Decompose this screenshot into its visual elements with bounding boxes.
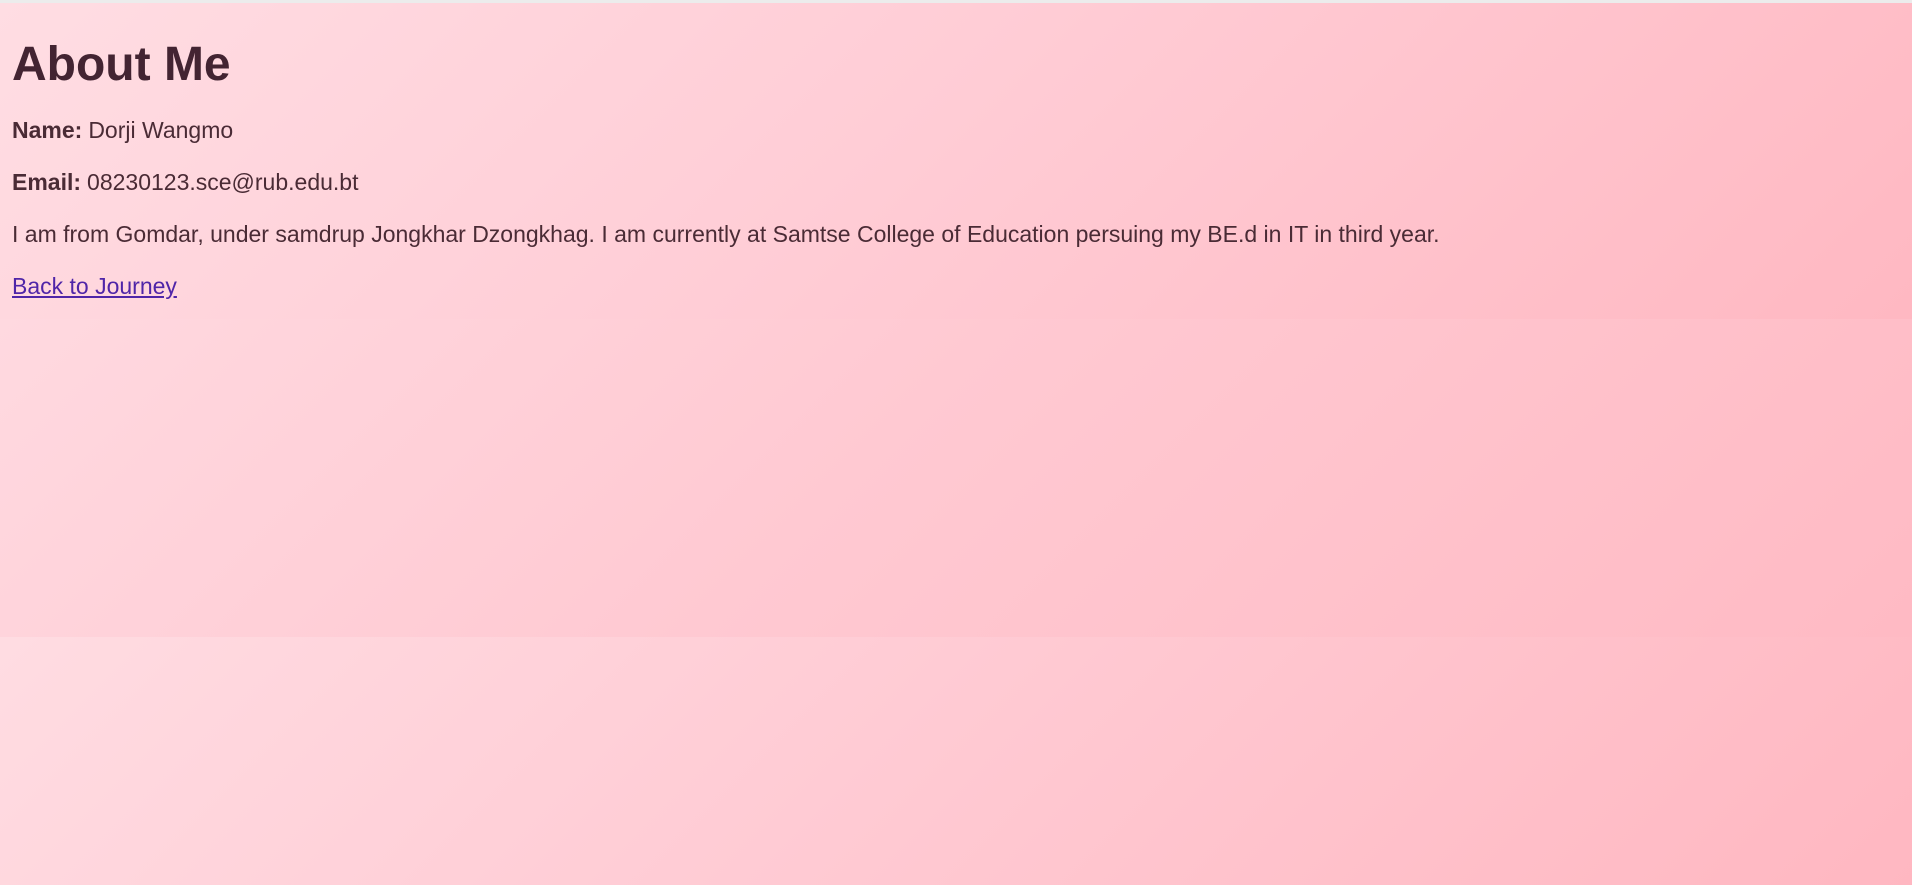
- email-value: 08230123.sce@rub.edu.bt: [87, 169, 359, 195]
- page-container: About Me Name: Dorji Wangmo Email: 0823012…: [0, 0, 1912, 885]
- name-value: Dorji Wangmo: [88, 117, 234, 143]
- page-title: About Me: [12, 38, 231, 91]
- background-band-bottom: [0, 637, 1912, 885]
- background-band-middle: [0, 319, 1912, 637]
- name-label: Name:: [12, 117, 83, 143]
- intro-text: I am from Gomdar, under samdrup Jongkhar…: [12, 221, 1440, 247]
- name-row: Name: Dorji Wangmo: [12, 117, 1900, 144]
- email-row: Email: 08230123.sce@rub.edu.bt: [12, 169, 1900, 196]
- about-content: About Me Name: Dorji Wangmo Email: 0823012…: [0, 3, 1912, 300]
- back-to-journey-link[interactable]: Back to Journey: [12, 273, 177, 299]
- email-label: Email:: [12, 169, 82, 195]
- back-link-row: Back to Journey: [12, 273, 1900, 300]
